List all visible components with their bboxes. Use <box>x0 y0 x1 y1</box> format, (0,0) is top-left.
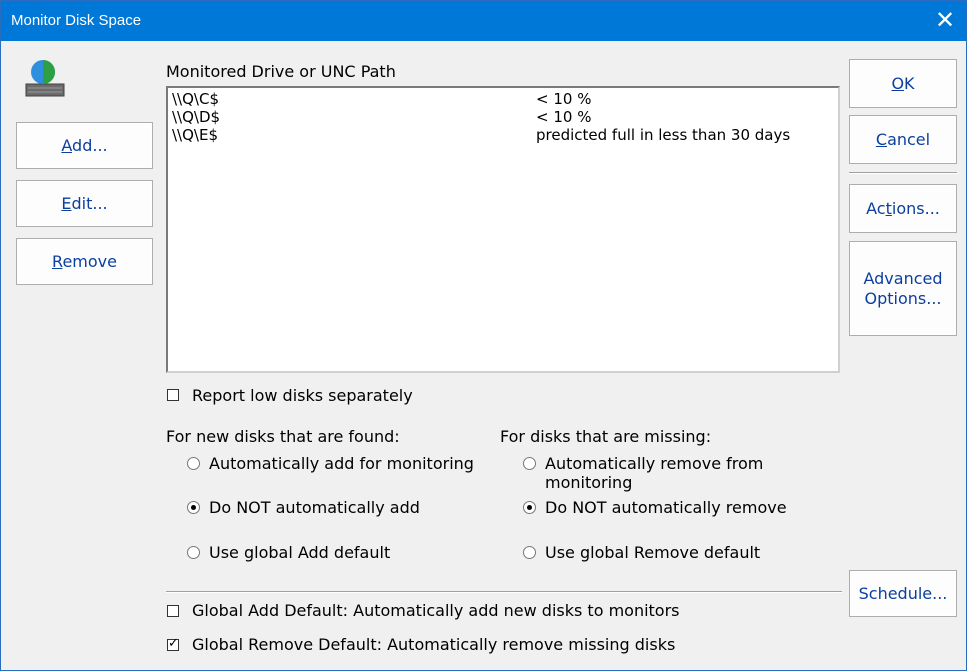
auto-remove-label-line1: Automatically remove from <box>545 454 764 473</box>
drive-path: \\Q\D$ <box>172 108 221 126</box>
global-add-label: Global Add Default: Automatically add ne… <box>192 601 680 620</box>
global-remove-checkbox[interactable] <box>167 636 179 651</box>
list-item[interactable]: \\Q\C$ < 10 % <box>172 90 591 108</box>
drive-condition: < 10 % <box>536 108 592 126</box>
no-auto-remove-radio[interactable] <box>523 501 536 514</box>
advanced-options-button[interactable]: Advanced Options... <box>849 241 957 336</box>
schedule-button[interactable]: Schedule... <box>849 570 957 617</box>
drive-path: \\Q\E$ <box>172 126 218 144</box>
missing-disks-heading: For disks that are missing: <box>500 427 712 446</box>
global-add-checkbox[interactable] <box>167 605 179 617</box>
drive-path: \\Q\C$ <box>172 90 219 108</box>
auto-add-radio[interactable] <box>187 457 200 470</box>
auto-add-label: Automatically add for monitoring <box>209 454 474 473</box>
cancel-button[interactable]: Cancel <box>849 115 957 164</box>
ok-button[interactable]: OK <box>849 59 957 108</box>
drive-condition: predicted full in less than 30 days <box>536 126 791 144</box>
disk-space-icon <box>23 58 67 100</box>
list-item[interactable]: \\Q\E$ predicted full in less than 30 da… <box>172 126 790 144</box>
title-bar: Monitor Disk Space ✕ <box>1 1 966 41</box>
global-remove-label: Global Remove Default: Automatically rem… <box>192 635 676 654</box>
global-add-default-radio[interactable] <box>187 546 200 559</box>
global-add-default-label: Use global Add default <box>209 543 391 562</box>
auto-remove-radio[interactable] <box>523 457 536 470</box>
list-header: Monitored Drive or UNC Path <box>166 62 396 81</box>
edit-button[interactable]: Edit... <box>16 180 153 227</box>
close-icon[interactable]: ✕ <box>930 5 960 35</box>
report-low-checkbox[interactable] <box>167 389 179 401</box>
bottom-separator <box>166 591 842 593</box>
dialog-window: Monitor Disk Space ✕ Add... Edit... Remo… <box>0 0 967 671</box>
auto-remove-label-line2: monitoring <box>545 473 633 492</box>
list-item[interactable]: \\Q\D$ < 10 % <box>172 108 591 126</box>
new-disks-heading: For new disks that are found: <box>166 427 400 446</box>
no-auto-remove-label: Do NOT automatically remove <box>545 498 787 517</box>
remove-button[interactable]: Remove <box>16 238 153 285</box>
drive-condition: < 10 % <box>536 90 592 108</box>
add-button[interactable]: Add... <box>16 122 153 169</box>
global-remove-default-radio[interactable] <box>523 546 536 559</box>
actions-button[interactable]: Actions... <box>849 184 957 233</box>
report-low-label: Report low disks separately <box>192 386 413 405</box>
monitored-drives-list[interactable]: \\Q\C$ < 10 % \\Q\D$ < 10 % \\Q\E$ predi… <box>166 86 840 373</box>
window-title: Monitor Disk Space <box>11 12 142 29</box>
global-remove-default-label: Use global Remove default <box>545 543 761 562</box>
right-separator <box>849 172 957 174</box>
no-auto-add-label: Do NOT automatically add <box>209 498 420 517</box>
no-auto-add-radio[interactable] <box>187 501 200 514</box>
